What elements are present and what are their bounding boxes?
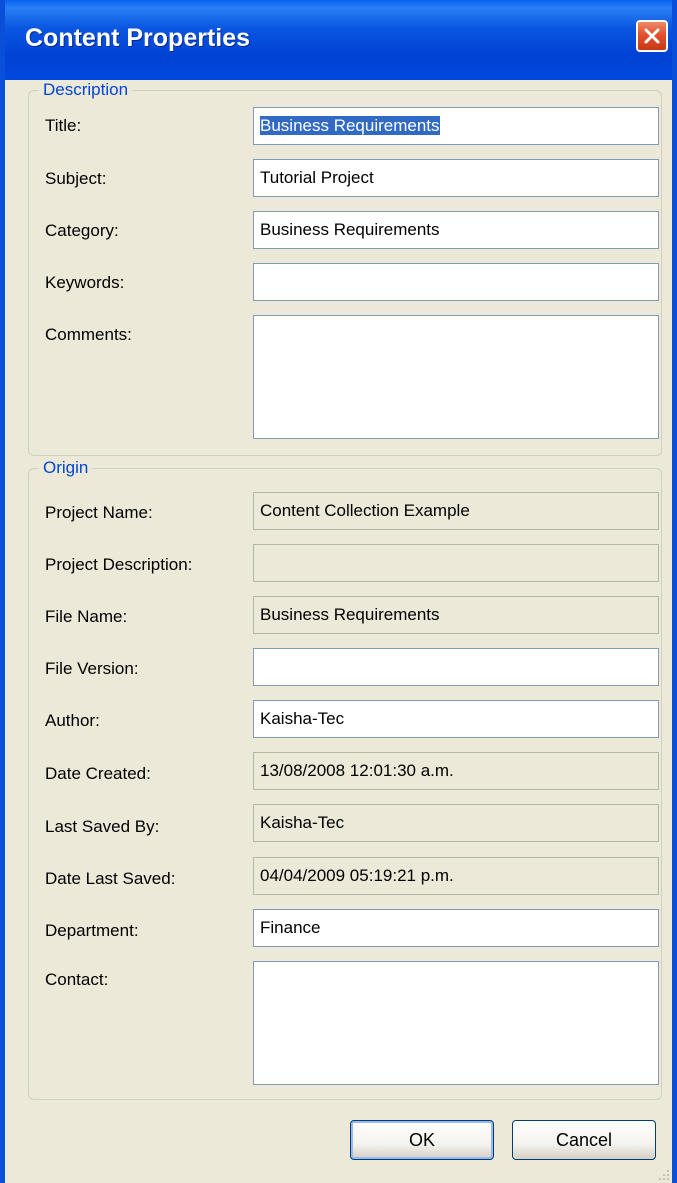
project-description-field bbox=[253, 544, 659, 582]
category-label: Category: bbox=[45, 221, 119, 240]
keywords-label: Keywords: bbox=[45, 273, 125, 292]
content-properties-dialog: Content Properties Description Title: Bu… bbox=[0, 0, 677, 1183]
last-saved-by-field: Kaisha-Tec bbox=[253, 804, 659, 842]
comments-label: Comments: bbox=[45, 325, 132, 344]
cancel-button[interactable]: Cancel bbox=[512, 1120, 656, 1160]
dialog-body: Description Title: Business Requirements… bbox=[5, 80, 672, 1183]
contact-field[interactable] bbox=[253, 961, 659, 1085]
date-last-saved-label: Date Last Saved: bbox=[45, 869, 176, 888]
file-name-field: Business Requirements bbox=[253, 596, 659, 634]
subject-label: Subject: bbox=[45, 169, 107, 188]
department-label: Department: bbox=[45, 921, 139, 940]
window-title: Content Properties bbox=[25, 24, 251, 52]
last-saved-by-label: Last Saved By: bbox=[45, 817, 160, 836]
title-field[interactable]: Business Requirements bbox=[253, 107, 659, 145]
title-label: Title: bbox=[45, 116, 82, 135]
project-name-label: Project Name: bbox=[45, 503, 153, 522]
comments-field[interactable] bbox=[253, 315, 659, 439]
project-name-field: Content Collection Example bbox=[253, 492, 659, 530]
author-field[interactable]: Kaisha-Tec bbox=[253, 700, 659, 738]
department-field[interactable]: Finance bbox=[253, 909, 659, 947]
file-version-label: File Version: bbox=[45, 659, 139, 678]
category-field[interactable]: Business Requirements bbox=[253, 211, 659, 249]
author-label: Author: bbox=[45, 711, 100, 730]
origin-legend: Origin bbox=[43, 458, 89, 477]
file-name-label: File Name: bbox=[45, 607, 128, 626]
ok-button[interactable]: OK bbox=[350, 1120, 494, 1160]
project-description-label: Project Description: bbox=[45, 555, 193, 574]
close-icon bbox=[644, 28, 660, 44]
file-version-field[interactable] bbox=[253, 648, 659, 686]
date-created-label: Date Created: bbox=[45, 764, 151, 783]
contact-label: Contact: bbox=[45, 970, 109, 989]
title-field-value: Business Requirements bbox=[260, 116, 440, 135]
description-legend: Description bbox=[43, 80, 129, 99]
resize-grip-icon[interactable] bbox=[656, 1167, 670, 1181]
date-last-saved-field: 04/04/2009 05:19:21 p.m. bbox=[253, 857, 659, 895]
keywords-field[interactable] bbox=[253, 263, 659, 301]
title-bar[interactable]: Content Properties bbox=[5, 0, 672, 80]
close-button[interactable] bbox=[636, 20, 668, 52]
date-created-field: 13/08/2008 12:01:30 a.m. bbox=[253, 752, 659, 790]
subject-field[interactable]: Tutorial Project bbox=[253, 159, 659, 197]
